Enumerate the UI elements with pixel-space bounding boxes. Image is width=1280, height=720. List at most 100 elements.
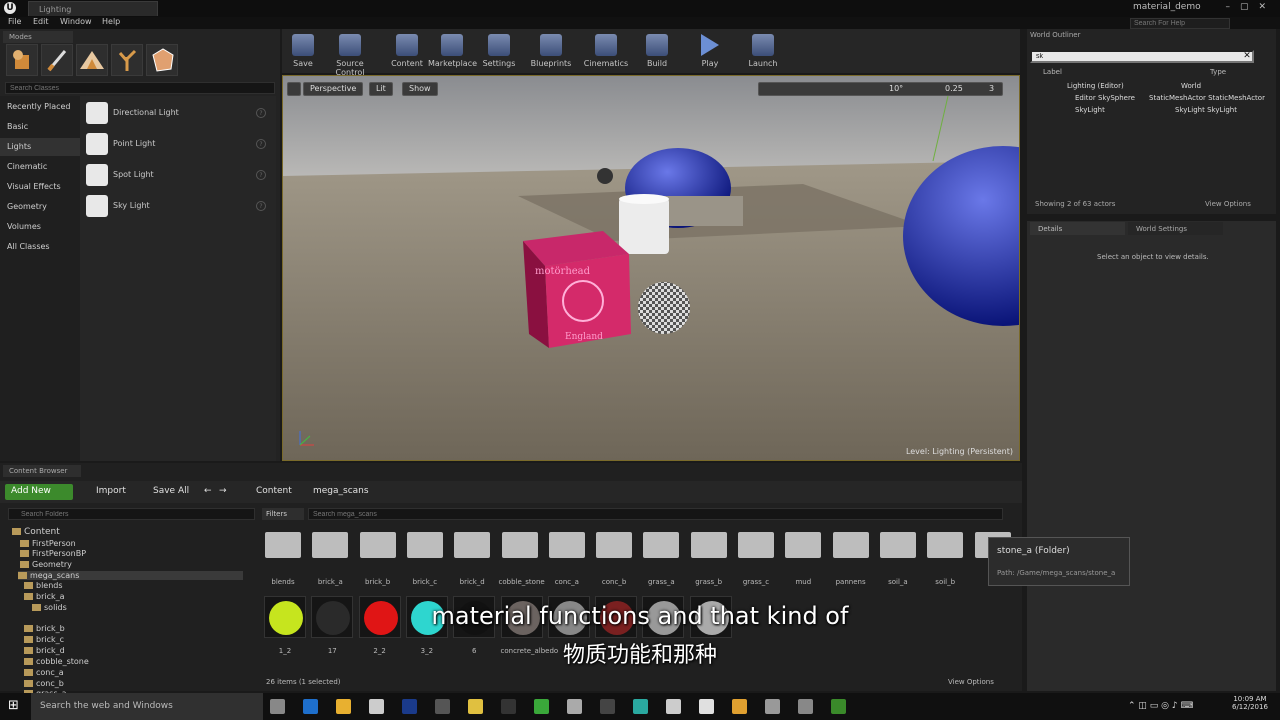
help-icon[interactable]: ? [256, 170, 266, 180]
save-button[interactable]: Save [282, 32, 324, 72]
unreal-logo-icon[interactable]: U [4, 2, 16, 14]
category-cinematic[interactable]: Cinematic [0, 158, 80, 176]
perspective-button[interactable]: Perspective [303, 82, 364, 96]
app-icon[interactable] [435, 699, 450, 714]
tree-item[interactable]: FirstPersonBP [20, 549, 86, 558]
game-icon[interactable] [534, 699, 549, 714]
asset-folder[interactable]: grass_b [688, 532, 730, 586]
add-new-button[interactable]: Add New [5, 484, 73, 500]
outliner-search-input[interactable] [1030, 50, 1254, 63]
content-view-options[interactable]: View Options [948, 678, 994, 686]
paint-mode-button[interactable] [41, 44, 73, 76]
search-classes-input[interactable] [5, 82, 275, 94]
play-button[interactable]: Play [689, 32, 731, 72]
camera-speed-value[interactable]: 3 [989, 84, 994, 93]
asset-folder[interactable]: brick_a [309, 532, 351, 586]
modes-tab[interactable]: Modes [3, 31, 73, 43]
app-icon[interactable] [732, 699, 747, 714]
class-item-directional-light[interactable]: Directional Light ? [84, 99, 272, 127]
viewport-options-button[interactable] [287, 82, 301, 96]
unreal-icon[interactable] [699, 699, 714, 714]
level-viewport[interactable]: motörhead England Perspective Lit Show 1… [282, 75, 1020, 461]
build-button[interactable]: Build [636, 32, 678, 72]
outliner-col-type[interactable]: Type [1210, 68, 1226, 76]
outliner-row[interactable]: Editor SkySphere StaticMeshActor StaticM… [1031, 94, 1271, 106]
file-explorer-icon[interactable] [336, 699, 351, 714]
tree-item[interactable]: Geometry [20, 560, 72, 569]
search-folders-input[interactable] [8, 508, 255, 520]
category-all-classes[interactable]: All Classes [0, 238, 80, 256]
path-content[interactable]: Content [256, 486, 292, 496]
outliner-col-label[interactable]: Label [1043, 68, 1062, 76]
asset-folder[interactable]: grass_c [735, 532, 777, 586]
world-outliner-tab[interactable]: World Outliner [1030, 31, 1110, 42]
menu-edit[interactable]: Edit [33, 17, 49, 26]
app-icon[interactable] [567, 699, 582, 714]
category-geometry[interactable]: Geometry [0, 198, 80, 216]
asset-folder[interactable]: grass_a [640, 532, 682, 586]
details-tab[interactable]: Details [1030, 222, 1125, 235]
place-mode-button[interactable] [6, 44, 38, 76]
scale-snap-value[interactable]: 0.25 [945, 84, 963, 93]
menu-file[interactable]: File [8, 17, 21, 26]
asset-folder[interactable]: pannens [830, 532, 872, 586]
category-visual-effects[interactable]: Visual Effects [0, 178, 80, 196]
asset-folder[interactable]: soil_b [924, 532, 966, 586]
photos-icon[interactable] [600, 699, 615, 714]
asset-folder[interactable]: brick_c [404, 532, 446, 586]
epic-launcher-icon[interactable] [501, 699, 516, 714]
help-search-input[interactable] [1130, 18, 1230, 29]
system-tray-icons[interactable]: ⌃ ◫ ▭ ◎ ♪ ⌨ [1128, 701, 1193, 711]
search-assets-input[interactable] [308, 508, 1003, 520]
asset-folder[interactable]: cobble_stone [499, 532, 545, 586]
launch-button[interactable]: Launch [742, 32, 784, 72]
blueprints-button[interactable]: Blueprints [528, 32, 574, 72]
outliner-row[interactable]: SkyLight SkyLight SkyLight [1031, 106, 1271, 118]
clear-search-icon[interactable]: ✕ [1240, 50, 1254, 63]
store-icon[interactable] [369, 699, 384, 714]
asset-folder[interactable]: conc_b [593, 532, 635, 586]
outliner-view-options[interactable]: View Options [1205, 200, 1251, 208]
menu-help[interactable]: Help [102, 17, 120, 26]
asset-folder[interactable]: mud [782, 532, 824, 586]
back-arrow-icon[interactable]: ← [204, 486, 212, 496]
forward-arrow-icon[interactable]: → [219, 486, 227, 496]
app-icon[interactable] [831, 699, 846, 714]
tree-item[interactable]: FirstPerson [20, 539, 76, 548]
asset-folder[interactable]: brick_b [357, 532, 399, 586]
landscape-mode-button[interactable] [76, 44, 108, 76]
settings-button[interactable]: Settings [478, 32, 520, 72]
class-item-sky-light[interactable]: Sky Light ? [84, 192, 272, 220]
windows-start-icon[interactable]: ⊞ [8, 699, 22, 713]
asset-folder[interactable]: conc_a [546, 532, 588, 586]
edge-icon[interactable] [303, 699, 318, 714]
tree-item[interactable]: conc_b [24, 679, 64, 688]
tray-clock[interactable]: 10:09 AM 6/12/2016 [1232, 695, 1268, 711]
category-lights[interactable]: Lights [0, 138, 80, 156]
tree-item[interactable]: conc_a [24, 668, 64, 677]
geometry-mode-button[interactable] [146, 44, 178, 76]
help-icon[interactable]: ? [256, 108, 266, 118]
cinematics-button[interactable]: Cinematics [582, 32, 630, 72]
marketplace-button[interactable]: Marketplace [428, 32, 477, 72]
asset-folder[interactable]: soil_a [877, 532, 919, 586]
photoshop-icon[interactable] [402, 699, 417, 714]
save-all-button[interactable]: Save All [153, 486, 189, 496]
taskbar-search[interactable]: Search the web and Windows [31, 693, 263, 720]
tree-item[interactable]: brick_a [24, 592, 65, 601]
category-volumes[interactable]: Volumes [0, 218, 80, 236]
show-button[interactable]: Show [402, 82, 438, 96]
import-button[interactable]: Import [96, 486, 126, 496]
source-control-button[interactable]: Source Control [322, 32, 378, 77]
chrome-icon[interactable] [468, 699, 483, 714]
category-recently-placed[interactable]: Recently Placed [0, 98, 80, 116]
category-basic[interactable]: Basic [0, 118, 80, 136]
angle-snap-value[interactable]: 10° [889, 84, 903, 93]
app-icon[interactable] [666, 699, 681, 714]
tree-item-selected[interactable]: mega_scans [18, 571, 243, 580]
help-icon[interactable]: ? [256, 201, 266, 211]
menu-window[interactable]: Window [60, 17, 92, 26]
asset-folder[interactable]: blends [262, 532, 304, 586]
firefox-icon[interactable] [765, 699, 780, 714]
path-mega-scans[interactable]: mega_scans [313, 486, 369, 496]
